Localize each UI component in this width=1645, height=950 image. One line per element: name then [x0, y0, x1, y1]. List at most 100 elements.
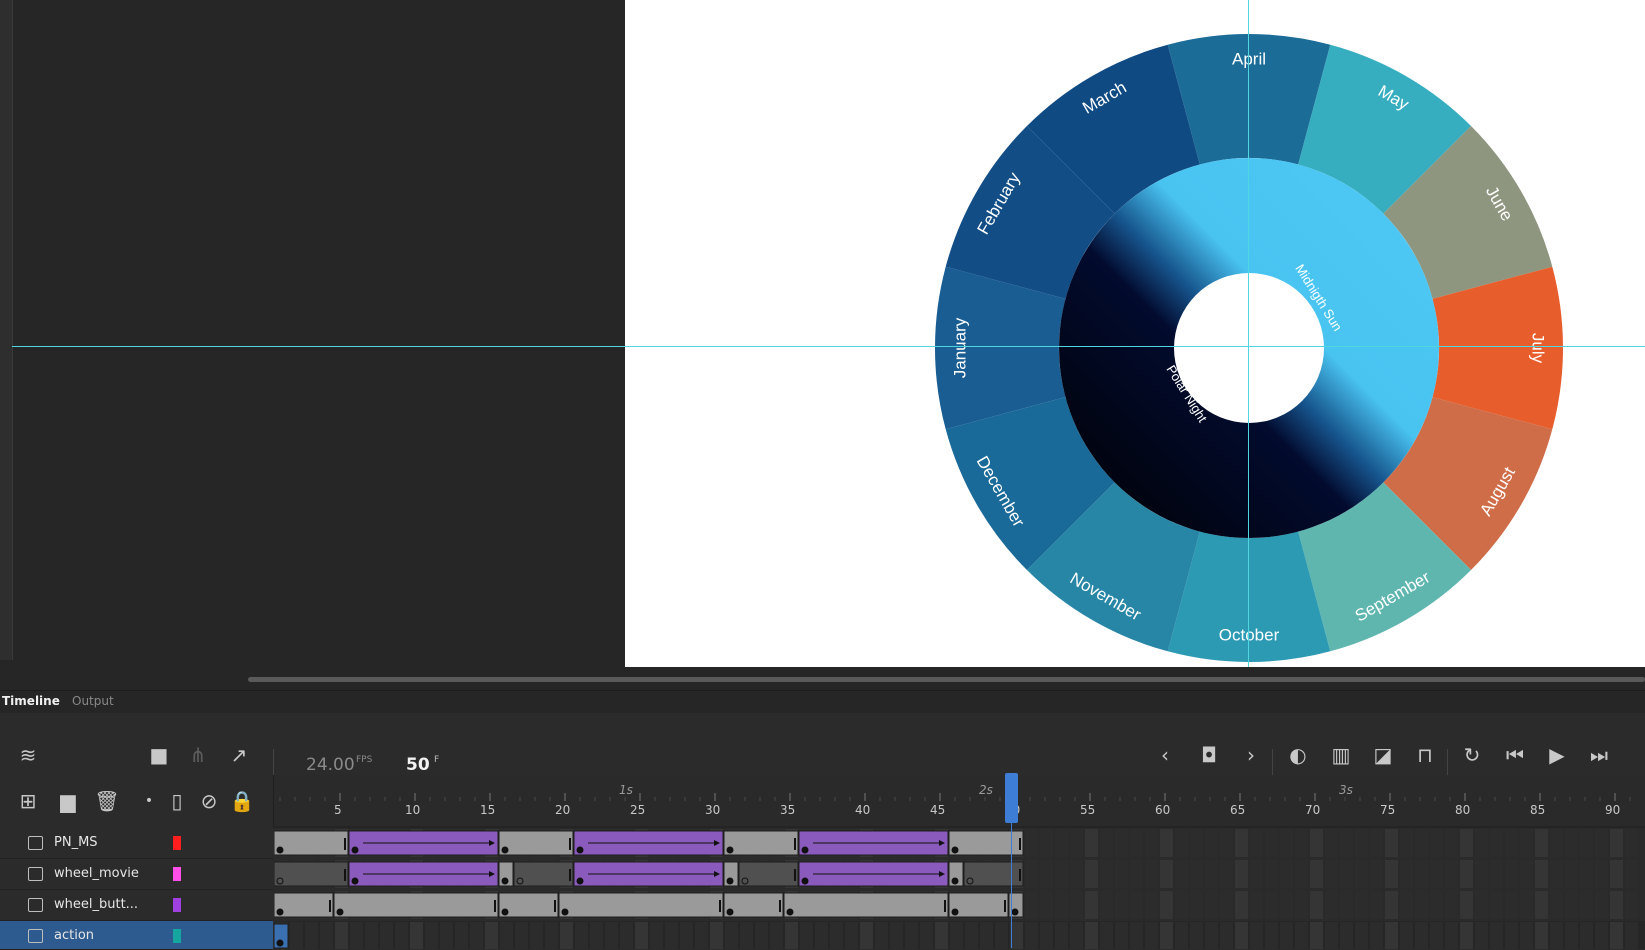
- frame-cell[interactable]: [1280, 891, 1293, 919]
- keyframe-dot[interactable]: [351, 877, 359, 885]
- frame-cell[interactable]: [800, 922, 813, 949]
- frame-cell[interactable]: [1310, 922, 1323, 949]
- outline-icon[interactable]: ▯: [164, 789, 190, 813]
- frame-cell[interactable]: [1130, 891, 1143, 919]
- frame-cell[interactable]: [1310, 860, 1323, 888]
- frame-cell[interactable]: [1475, 860, 1488, 888]
- frame-cell[interactable]: [1355, 922, 1368, 949]
- frame-cell[interactable]: [1490, 860, 1503, 888]
- frame-cell[interactable]: [1040, 922, 1053, 949]
- insert-keyframe-icon[interactable]: ◘: [1196, 743, 1222, 767]
- frame-cell[interactable]: [1130, 860, 1143, 888]
- frame-cell[interactable]: [1055, 891, 1068, 919]
- frame-cell[interactable]: [1220, 829, 1233, 857]
- frame-cell[interactable]: [1145, 922, 1158, 949]
- frame-cell[interactable]: [1025, 891, 1038, 919]
- frame-cell[interactable]: [785, 922, 798, 949]
- frame-cell[interactable]: [470, 922, 483, 949]
- frame-cell[interactable]: [1145, 829, 1158, 857]
- frame-cell[interactable]: [1460, 860, 1473, 888]
- frame-cell[interactable]: [950, 922, 963, 949]
- layer-wheel-movie[interactable]: wheel_movie: [0, 859, 273, 890]
- frame-cell[interactable]: [575, 922, 588, 949]
- frame-cell[interactable]: [1445, 891, 1458, 919]
- frame-cell[interactable]: [1445, 829, 1458, 857]
- frame-cell[interactable]: [1115, 922, 1128, 949]
- frame-cell[interactable]: [1505, 922, 1518, 949]
- frame-cell[interactable]: [1370, 922, 1383, 949]
- frame-cell[interactable]: [1295, 891, 1308, 919]
- play-icon[interactable]: ▶: [1544, 743, 1570, 767]
- frame-cell[interactable]: [1205, 860, 1218, 888]
- layer-color-swatch[interactable]: [173, 867, 181, 881]
- frame-cell[interactable]: [365, 922, 378, 949]
- frame-cell[interactable]: [1520, 922, 1533, 949]
- frame-cell[interactable]: [515, 922, 528, 949]
- frame-cell[interactable]: [845, 922, 858, 949]
- frame-cell[interactable]: [1505, 860, 1518, 888]
- frame-span[interactable]: [723, 830, 799, 856]
- frame-cell[interactable]: [530, 922, 543, 949]
- frame-cell[interactable]: [1550, 922, 1563, 949]
- horizontal-guide[interactable]: [12, 346, 1645, 347]
- frame-cell[interactable]: [635, 922, 648, 949]
- frame-cell[interactable]: [1520, 829, 1533, 857]
- frame-cell[interactable]: [1520, 860, 1533, 888]
- frame-cell[interactable]: [1370, 829, 1383, 857]
- frame-cell[interactable]: [425, 922, 438, 949]
- frame-cell[interactable]: [1085, 829, 1098, 857]
- frame-cell[interactable]: [1475, 891, 1488, 919]
- highlight-layer-icon[interactable]: •: [136, 789, 162, 813]
- frame-cell[interactable]: [410, 922, 423, 949]
- frame-cell[interactable]: [1220, 922, 1233, 949]
- horizontal-scrollbar[interactable]: [248, 677, 1645, 682]
- frame-cell[interactable]: [1610, 860, 1623, 888]
- frame-cell[interactable]: [770, 922, 783, 949]
- frame-cell[interactable]: [485, 922, 498, 949]
- frame-cell[interactable]: [1235, 891, 1248, 919]
- fps-value[interactable]: 24.00: [306, 755, 355, 775]
- keyframe-dot[interactable]: [501, 908, 509, 916]
- frame-cell[interactable]: [680, 922, 693, 949]
- create-tween-icon[interactable]: ◪: [1370, 743, 1396, 767]
- frame-cell[interactable]: [1550, 860, 1563, 888]
- frame-cell[interactable]: [1115, 891, 1128, 919]
- frame-cell[interactable]: [1595, 922, 1608, 949]
- frame-cell[interactable]: [1445, 860, 1458, 888]
- frame-cell[interactable]: [1055, 860, 1068, 888]
- tab-output[interactable]: Output: [72, 694, 114, 708]
- step-back-icon[interactable]: ⏮: [1502, 743, 1528, 767]
- frame-cell[interactable]: [1325, 922, 1338, 949]
- frame-cell[interactable]: [1625, 922, 1638, 949]
- frame-cell[interactable]: [695, 922, 708, 949]
- frame-cell[interactable]: [1610, 891, 1623, 919]
- keyframe-dot[interactable]: [726, 846, 734, 854]
- frame-cell[interactable]: [1565, 891, 1578, 919]
- tab-timeline[interactable]: Timeline: [2, 694, 60, 708]
- frame-span[interactable]: [274, 830, 349, 856]
- frame-cell[interactable]: [1145, 891, 1158, 919]
- keyframe-dot[interactable]: [351, 846, 359, 854]
- frame-cell[interactable]: [1235, 860, 1248, 888]
- frame-cell[interactable]: [1340, 891, 1353, 919]
- frame-cell[interactable]: [590, 922, 603, 949]
- frame-cell[interactable]: [1385, 922, 1398, 949]
- frame-cell[interactable]: [1040, 829, 1053, 857]
- frame-cell[interactable]: [1550, 891, 1563, 919]
- frame-cell[interactable]: [1205, 891, 1218, 919]
- frame-cell[interactable]: [605, 922, 618, 949]
- frame-cell[interactable]: [1160, 891, 1173, 919]
- frame-cell[interactable]: [1265, 860, 1278, 888]
- frame-cell[interactable]: [560, 922, 573, 949]
- frame-cell[interactable]: [1340, 922, 1353, 949]
- frame-cell[interactable]: [1430, 891, 1443, 919]
- frame-cell[interactable]: [1610, 829, 1623, 857]
- frame-cell[interactable]: [1490, 922, 1503, 949]
- frame-cell[interactable]: [1400, 829, 1413, 857]
- frame-cell[interactable]: [1580, 891, 1593, 919]
- frame-cell[interactable]: [1370, 891, 1383, 919]
- layer-color-swatch[interactable]: [173, 898, 181, 912]
- frame-cell[interactable]: [1535, 922, 1548, 949]
- frame-cell[interactable]: [1100, 891, 1113, 919]
- frame-cell[interactable]: [920, 922, 933, 949]
